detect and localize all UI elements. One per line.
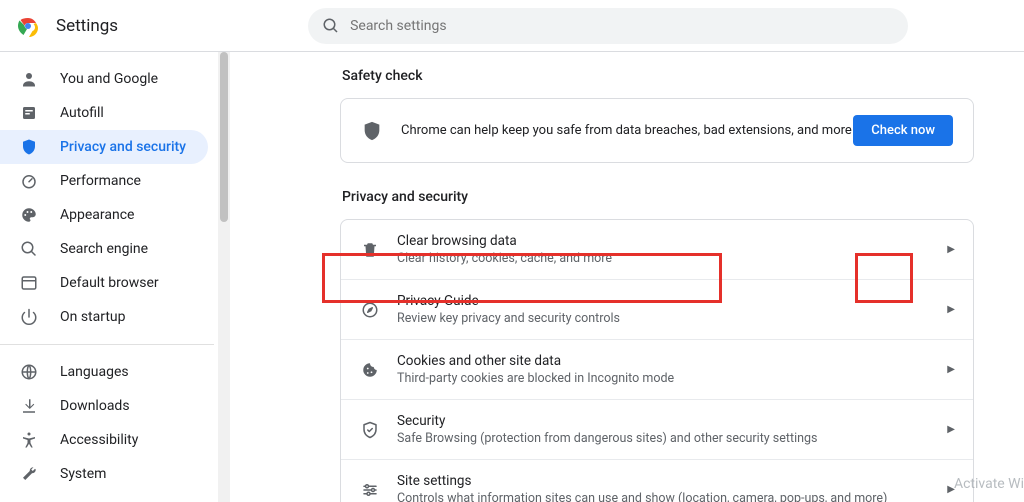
activate-windows-watermark: Activate Wi <box>954 476 1024 492</box>
sidebar-item-label: System <box>60 466 106 482</box>
sidebar-item-search-engine[interactable]: Search engine <box>0 232 208 266</box>
tune-icon <box>359 481 381 499</box>
search-input[interactable] <box>350 18 894 34</box>
cookie-icon <box>359 361 381 379</box>
palette-icon <box>20 206 40 224</box>
browser-icon <box>20 274 40 292</box>
row-title: Privacy Guide <box>397 293 947 309</box>
download-icon <box>20 397 40 415</box>
row-desc: Third-party cookies are blocked in Incog… <box>397 371 947 386</box>
privacy-security-card: Clear browsing data Clear history, cooki… <box>340 219 974 502</box>
sidebar-item-label: On startup <box>60 309 126 325</box>
sidebar-item-appearance[interactable]: Appearance <box>0 198 208 232</box>
sidebar-item-system[interactable]: System <box>0 457 208 491</box>
ps-row-security[interactable]: Security Safe Browsing (protection from … <box>341 400 973 460</box>
sidebar-item-label: You and Google <box>60 71 158 87</box>
row-title: Clear browsing data <box>397 233 947 249</box>
sidebar-item-label: Languages <box>60 364 129 380</box>
page-title: Settings <box>56 16 118 36</box>
row-text: Privacy Guide Review key privacy and sec… <box>397 293 947 326</box>
sidebar-item-label: Performance <box>60 173 141 189</box>
row-desc: Clear history, cookies, cache, and more <box>397 251 947 266</box>
safety-check-card: Chrome can help keep you safe from data … <box>340 98 974 163</box>
row-text: Site settings Controls what information … <box>397 473 947 502</box>
accessibility-icon <box>20 431 40 449</box>
search-settings-box[interactable] <box>308 8 908 44</box>
row-desc: Controls what information sites can use … <box>397 491 947 502</box>
sidebar-item-languages[interactable]: Languages <box>0 355 208 389</box>
speed-icon <box>20 172 40 190</box>
search-icon <box>322 17 340 35</box>
chevron-right-icon: ▶ <box>947 364 955 375</box>
check-now-button[interactable]: Check now <box>853 115 953 146</box>
row-title: Site settings <box>397 473 947 489</box>
sidebar-item-downloads[interactable]: Downloads <box>0 389 208 423</box>
ps-row-cookies-and-other-site-data[interactable]: Cookies and other site data Third-party … <box>341 340 973 400</box>
shield-icon <box>20 138 40 156</box>
ps-row-clear-browsing-data[interactable]: Clear browsing data Clear history, cooki… <box>341 220 973 280</box>
safety-check-text: Chrome can help keep you safe from data … <box>401 123 853 138</box>
sidebar-item-performance[interactable]: Performance <box>0 164 208 198</box>
security-icon <box>359 421 381 439</box>
sidebar-item-label: Appearance <box>60 207 134 223</box>
ps-row-site-settings[interactable]: Site settings Controls what information … <box>341 460 973 502</box>
globe-icon <box>20 363 40 381</box>
sidebar-item-autofill[interactable]: Autofill <box>0 96 208 130</box>
sidebar-item-you-and-google[interactable]: You and Google <box>0 62 208 96</box>
row-desc: Safe Browsing (protection from dangerous… <box>397 431 947 446</box>
trash-icon <box>359 241 381 259</box>
sidebar-item-default-browser[interactable]: Default browser <box>0 266 208 300</box>
sidebar-item-privacy-and-security[interactable]: Privacy and security <box>0 130 208 164</box>
content: Safety check Chrome can help keep you sa… <box>230 52 1024 502</box>
ps-row-privacy-guide[interactable]: Privacy Guide Review key privacy and sec… <box>341 280 973 340</box>
row-text: Security Safe Browsing (protection from … <box>397 413 947 446</box>
sidebar-item-label: Privacy and security <box>60 139 186 155</box>
autofill-icon <box>20 104 40 122</box>
row-desc: Review key privacy and security controls <box>397 311 947 326</box>
row-title: Cookies and other site data <box>397 353 947 369</box>
row-text: Cookies and other site data Third-party … <box>397 353 947 386</box>
sidebar-item-label: Downloads <box>60 398 130 414</box>
scrollbar-thumb[interactable] <box>220 52 228 222</box>
search-icon <box>20 240 40 258</box>
privacy-security-title: Privacy and security <box>342 189 974 205</box>
row-text: Clear browsing data Clear history, cooki… <box>397 233 947 266</box>
chevron-right-icon: ▶ <box>947 244 955 255</box>
sidebar-item-on-startup[interactable]: On startup <box>0 300 208 334</box>
sidebar-item-accessibility[interactable]: Accessibility <box>0 423 208 457</box>
safety-check-title: Safety check <box>342 68 974 84</box>
compass-icon <box>359 301 381 319</box>
row-title: Security <box>397 413 947 429</box>
sidebar-item-label: Default browser <box>60 275 159 291</box>
chevron-right-icon: ▶ <box>947 304 955 315</box>
chrome-logo-icon <box>16 14 40 38</box>
nav-divider <box>0 344 214 345</box>
sidebar: You and Google Autofill Privacy and securi… <box>0 52 214 502</box>
sidebar-item-label: Autofill <box>60 105 104 121</box>
header: Settings <box>0 0 1024 52</box>
power-icon <box>20 308 40 326</box>
wrench-icon <box>20 465 40 483</box>
sidebar-item-label: Accessibility <box>60 432 138 448</box>
chevron-right-icon: ▶ <box>947 424 955 435</box>
person-icon <box>20 70 40 88</box>
sidebar-item-label: Search engine <box>60 241 148 257</box>
shield-icon <box>361 120 383 142</box>
